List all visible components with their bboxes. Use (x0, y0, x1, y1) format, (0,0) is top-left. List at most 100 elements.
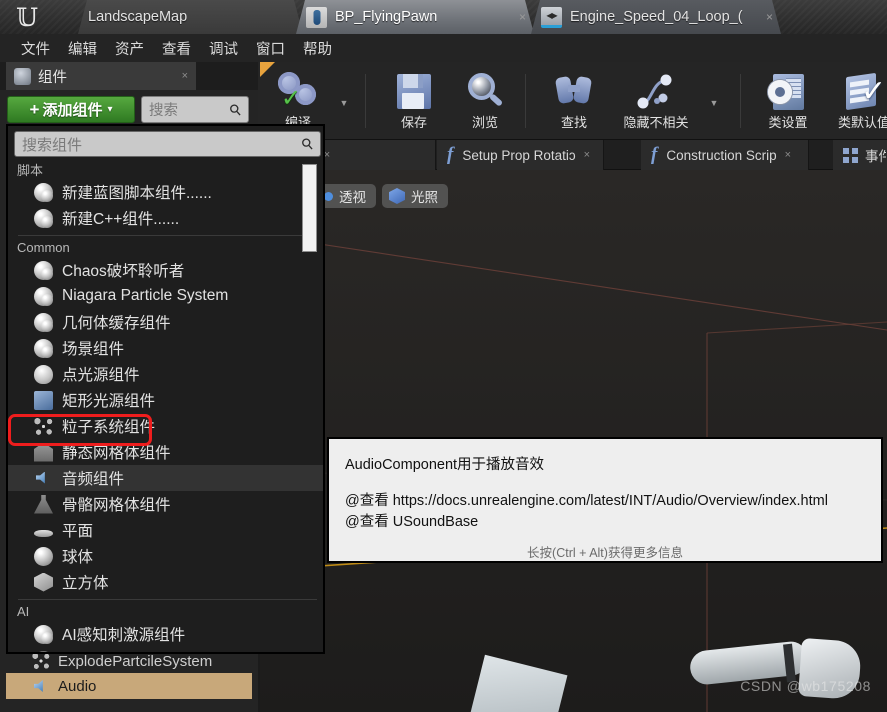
hide-unrelated-label: 隐藏不相关 (623, 115, 689, 130)
menu-item-help[interactable]: 帮助 (294, 35, 341, 62)
blueprint-sphere-icon (34, 624, 53, 644)
event-graph-icon (843, 147, 858, 163)
dropdown-item-label: 新建C++组件...... (62, 211, 180, 228)
tree-item-label: Audio (58, 677, 97, 695)
close-icon[interactable]: × (785, 149, 791, 161)
dropdown-item-point-light[interactable]: 点光源组件 (8, 361, 323, 387)
dropdown-item-niagara-particle-system[interactable]: Niagara Particle System (8, 283, 323, 309)
dropdown-scrollbar[interactable] (302, 164, 317, 252)
bp-tab-label: Setup Prop Rotatiɔ (462, 147, 576, 163)
audio-icon (32, 677, 50, 695)
dropdown-item-static-mesh[interactable]: 静态网格体组件 (8, 439, 323, 465)
dropdown-item-skeletal-mesh[interactable]: 骨骼网格体组件 (8, 491, 323, 517)
sphere-icon (34, 338, 53, 358)
ai-perception-icon (34, 650, 53, 652)
dropdown-item-label: 骨骼网格体组件 (62, 497, 171, 514)
menu-item-debug[interactable]: 调试 (200, 35, 247, 62)
plane-icon (34, 529, 53, 537)
bp-tab-event-graph[interactable]: 事件 (833, 140, 887, 170)
close-icon[interactable]: × (584, 149, 590, 161)
components-panel-tab[interactable]: 组件 × (6, 62, 196, 90)
add-component-label: 添加组件 (42, 102, 103, 119)
viewport-lit-button[interactable]: 光照 (382, 184, 448, 208)
class-defaults-button[interactable]: ✓ 类默认值 (824, 65, 887, 137)
app-tab-label: BP_FlyingPawn (335, 9, 438, 25)
close-icon[interactable]: × (182, 70, 188, 82)
sphere-shape-icon (34, 546, 53, 566)
dropdown-item-rect-light[interactable]: 矩形光源组件 (8, 387, 323, 413)
browse-label: 浏览 (471, 115, 498, 130)
viewport-perspective-label: 透视 (339, 190, 366, 205)
app-tab-label: Engine_Speed_04_Loop_( (570, 9, 743, 25)
cube-icon (34, 572, 53, 592)
dropdown-item-plane[interactable]: 平面 (8, 517, 323, 543)
dropdown-search-input[interactable]: 搜索组件 ⚲ (14, 131, 321, 157)
bp-tab-label: 事件 (865, 149, 886, 164)
tree-item-audio[interactable]: Audio (6, 673, 252, 699)
dropdown-item-particle-system[interactable]: 粒子系统组件 (8, 413, 323, 439)
hide-unrelated-spline-icon (635, 71, 677, 112)
divider (18, 599, 317, 600)
menu-bar: 文件 编辑 资产 查看 调试 窗口 帮助 (0, 34, 887, 62)
components-search-input[interactable]: 搜索 ⚲ (141, 96, 249, 123)
dropdown-item-label: 点光源组件 (62, 367, 140, 384)
components-panel-tab-label: 组件 (38, 69, 67, 86)
dropdown-item-scene-component[interactable]: 场景组件 (8, 335, 323, 361)
components-search-placeholder: 搜索 (149, 103, 178, 119)
dropdown-item-ai-perception[interactable]: AI感知组件 (8, 647, 323, 652)
skeletal-mesh-icon (34, 494, 53, 514)
dropdown-item-new-cpp[interactable]: 新建C++组件...... (8, 205, 323, 231)
menu-item-file[interactable]: 文件 (12, 35, 59, 62)
app-tab-bp-flyingpawn[interactable]: BP_FlyingPawn × (296, 0, 534, 34)
close-icon[interactable]: × (505, 10, 526, 24)
search-icon: ⚲ (298, 134, 318, 155)
dropdown-item-ai-stimuli-source[interactable]: AI感知刺激源组件 (8, 621, 323, 647)
dropdown-item-label: 静态网格体组件 (62, 445, 171, 462)
class-settings-button[interactable]: 类设置 (752, 65, 824, 137)
add-component-dropdown[interactable]: 搜索组件 ⚲ 脚本 新建蓝图脚本组件...... 新建C++组件...... C… (6, 124, 325, 654)
menu-item-edit[interactable]: 编辑 (59, 35, 106, 62)
menu-item-asset[interactable]: 资产 (106, 35, 153, 62)
dropdown-item-label: AI感知刺激源组件 (62, 627, 186, 644)
lit-cube-icon (389, 188, 405, 204)
perspective-dot-icon (324, 191, 333, 201)
dropdown-item-label: 新建蓝图脚本组件...... (62, 185, 212, 202)
dropdown-list: 脚本 新建蓝图脚本组件...... 新建C++组件...... Common C… (8, 160, 323, 652)
dropdown-item-geometry-cache[interactable]: 几何体缓存组件 (8, 309, 323, 335)
find-button[interactable]: 查找 (538, 65, 610, 137)
class-settings-label: 类设置 (768, 115, 808, 130)
particle-icon (34, 416, 53, 436)
function-icon: f (447, 144, 454, 165)
tooltip-see-also: @查看 USoundBase (345, 514, 479, 530)
dropdown-item-label: Niagara Particle System (62, 287, 229, 304)
app-tab-engine-speed[interactable]: Engine_Speed_04_Loop_( × (531, 0, 781, 34)
browse-button[interactable]: 浏览 (449, 65, 521, 137)
compile-dropdown-caret-icon[interactable]: ▼ (337, 96, 351, 110)
bp-tab-setup-prop-rotation[interactable]: f Setup Prop Rotatiɔ × (437, 140, 604, 170)
app-tab-landscapemap[interactable]: LandscapeMap (78, 0, 303, 34)
add-component-button[interactable]: + 添加组件 ▾ (7, 96, 135, 123)
browse-magnifier-icon (464, 71, 506, 112)
dropdown-item-chaos-break-listener[interactable]: Chaos破坏聆听者 (8, 257, 323, 283)
class-defaults-icon: ✓ (843, 71, 886, 112)
dropdown-item-new-blueprint-script[interactable]: 新建蓝图脚本组件...... (8, 179, 323, 205)
dropdown-item-audio-component[interactable]: 音频组件 (8, 465, 323, 491)
save-button[interactable]: 保存 (378, 65, 450, 137)
blueprint-icon (306, 7, 327, 28)
particle-icon (32, 652, 50, 670)
dropdown-item-label: 几何体缓存组件 (62, 315, 171, 332)
viewport-perspective-button[interactable]: 透视 (317, 184, 376, 208)
toolbar-divider (525, 74, 526, 128)
menu-item-view[interactable]: 查看 (153, 35, 200, 62)
bp-tab-label: Construction Scrip (666, 147, 777, 163)
hide-unrelated-button[interactable]: 隐藏不相关 (608, 65, 704, 137)
close-icon[interactable]: × (752, 10, 773, 24)
hide-unrelated-dropdown-caret-icon[interactable]: ▼ (707, 96, 721, 110)
find-binoculars-icon (553, 71, 595, 112)
menu-item-window[interactable]: 窗口 (247, 35, 294, 62)
dropdown-section-ai: AI (17, 604, 30, 619)
dropdown-item-cube[interactable]: 立方体 (8, 569, 323, 595)
dropdown-item-sphere[interactable]: 球体 (8, 543, 323, 569)
unreal-engine-logo-icon[interactable]: 𝕌 (6, 2, 48, 32)
bp-tab-construction-script[interactable]: f Construction Scrip × (641, 140, 809, 170)
